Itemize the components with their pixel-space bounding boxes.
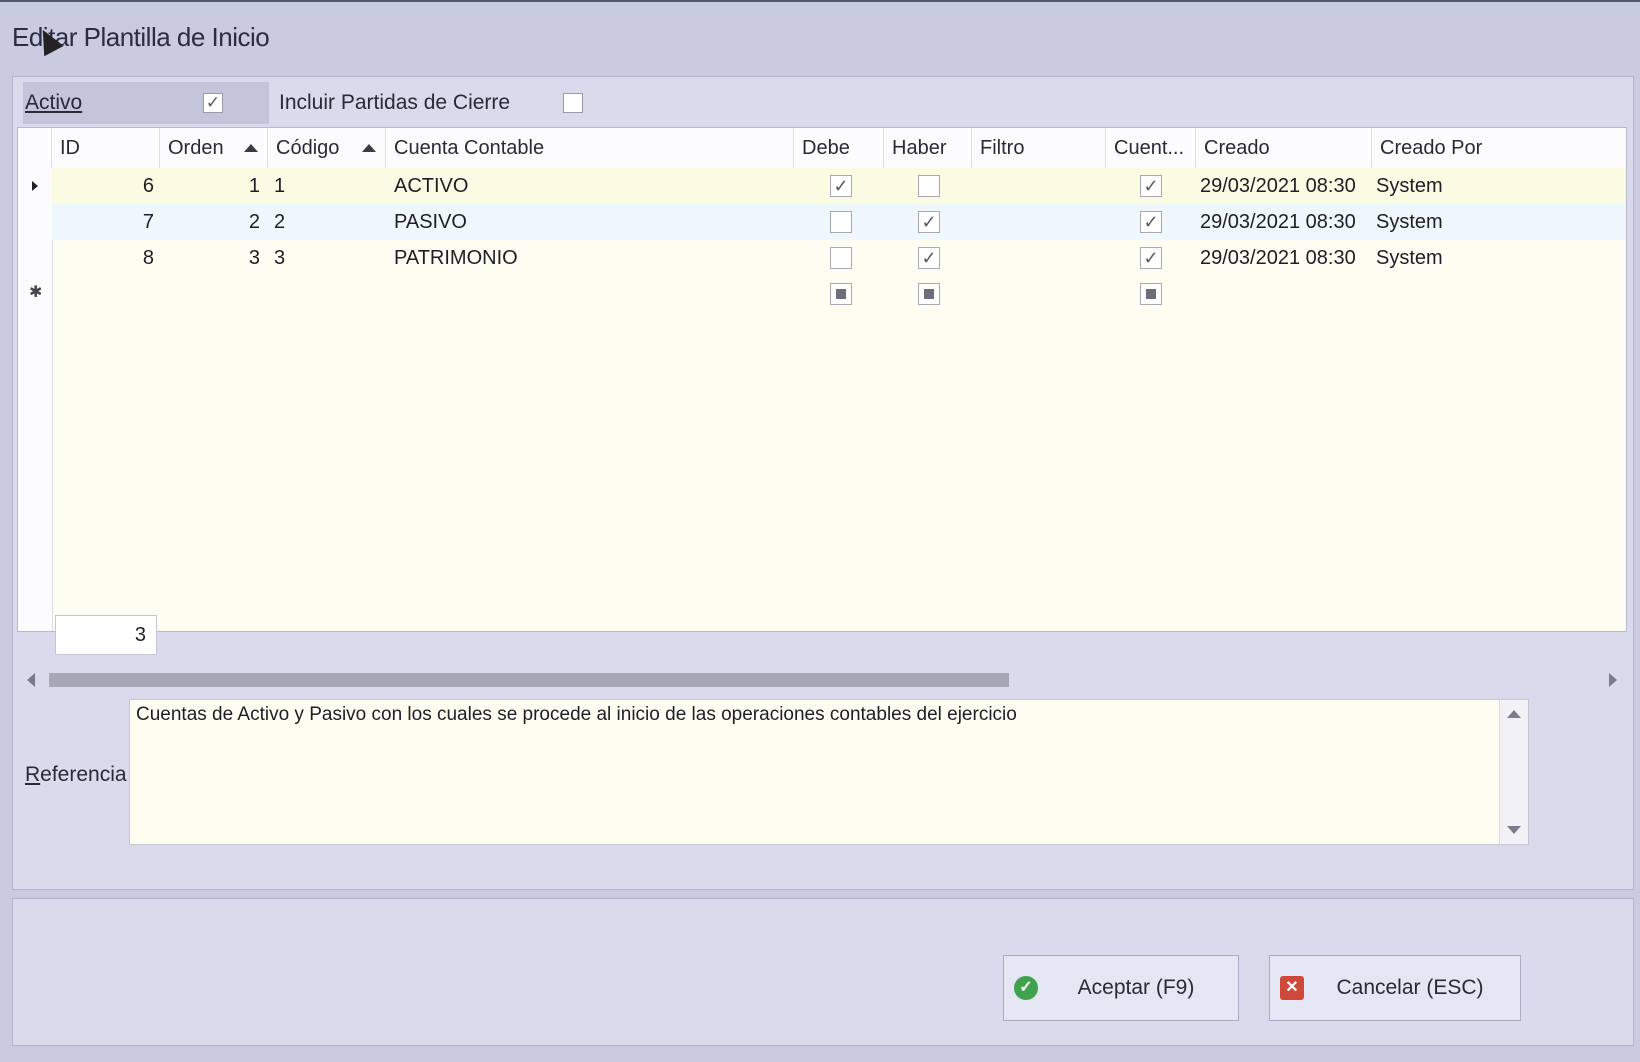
vertical-scrollbar[interactable] <box>1499 700 1528 844</box>
cell-cuenta: PATRIMONIO <box>394 247 518 269</box>
cell-orden: 2 <box>248 211 260 233</box>
cell-cuent-checkbox[interactable]: ✓ <box>1140 175 1162 197</box>
horizontal-scrollbar[interactable] <box>21 669 1621 691</box>
sort-asc-icon <box>244 144 258 152</box>
header-haber[interactable]: Haber <box>884 128 972 168</box>
referencia-textarea[interactable]: Cuentas de Activo y Pasivo con los cuale… <box>129 699 1529 845</box>
cell-creado-por: System <box>1376 247 1443 269</box>
cell-id: 6 <box>142 175 154 197</box>
cell-cuenta: PASIVO <box>394 211 467 233</box>
incluir-checkbox[interactable] <box>563 93 583 113</box>
current-row-icon <box>32 181 38 191</box>
header-cuenta-contable[interactable]: Cuenta Contable <box>386 128 794 168</box>
header-indicator <box>18 128 52 168</box>
dialog-window: Editar Plantilla de Inicio Activo ✓ Incl… <box>0 0 1640 1062</box>
referencia-text: Cuentas de Activo y Pasivo con los cuale… <box>136 704 1017 725</box>
scroll-left-icon[interactable] <box>27 673 35 687</box>
cell-haber-checkbox[interactable] <box>918 175 940 197</box>
cell-codigo: 1 <box>274 175 286 197</box>
new-row-cuent-checkbox[interactable] <box>1140 283 1162 305</box>
cell-cuent-checkbox[interactable]: ✓ <box>1140 211 1162 233</box>
scroll-thumb[interactable] <box>49 673 1009 687</box>
activo-checkbox[interactable]: ✓ <box>203 93 223 113</box>
grid-header: ID Orden Código Cuenta Contable Debe Hab… <box>18 128 1626 169</box>
cell-haber-checkbox[interactable]: ✓ <box>918 211 940 233</box>
header-creado-por[interactable]: Creado Por <box>1372 128 1626 168</box>
table-row[interactable]: 7 2 2 PASIVO ✓ ✓ 29/03/2021 08:30 System <box>52 204 1626 240</box>
incluir-label: Incluir Partidas de Cierre <box>279 91 511 114</box>
accounts-grid[interactable]: ID Orden Código Cuenta Contable Debe Hab… <box>17 127 1627 632</box>
cell-codigo: 3 <box>274 247 286 269</box>
activo-option[interactable]: Activo ✓ <box>23 82 269 124</box>
cell-creado: 29/03/2021 08:30 <box>1200 175 1356 197</box>
row-count-summary: 3 <box>55 615 157 655</box>
scroll-down-icon[interactable] <box>1507 826 1521 834</box>
cell-cuent-checkbox[interactable]: ✓ <box>1140 247 1162 269</box>
main-panel: Activo ✓ Incluir Partidas de Cierre ID O… <box>12 76 1634 890</box>
cell-id: 7 <box>142 211 154 233</box>
header-codigo[interactable]: Código <box>268 128 386 168</box>
cancel-button[interactable]: ✕ Cancelar (ESC) <box>1269 955 1521 1021</box>
cell-orden: 3 <box>248 247 260 269</box>
new-row-debe-checkbox[interactable] <box>830 283 852 305</box>
cell-debe-checkbox[interactable] <box>830 247 852 269</box>
accept-button[interactable]: ✓ Aceptar (F9) <box>1003 955 1239 1021</box>
cell-debe-checkbox[interactable]: ✓ <box>830 175 852 197</box>
cell-cuenta: ACTIVO <box>394 175 469 197</box>
accept-button-label: Aceptar (F9) <box>1077 976 1195 999</box>
cancel-button-label: Cancelar (ESC) <box>1336 976 1484 999</box>
cell-creado: 29/03/2021 08:30 <box>1200 247 1356 269</box>
table-row[interactable]: 8 3 3 PATRIMONIO ✓ ✓ 29/03/2021 08:30 Sy… <box>52 240 1626 276</box>
activo-label: Activo <box>25 91 83 114</box>
cell-orden: 1 <box>248 175 260 197</box>
new-row-icon: ✱ <box>29 284 43 301</box>
cell-creado-por: System <box>1376 175 1443 197</box>
header-debe[interactable]: Debe <box>794 128 884 168</box>
cell-creado-por: System <box>1376 211 1443 233</box>
header-id[interactable]: ID <box>52 128 160 168</box>
header-codigo-label: Código <box>276 137 340 159</box>
cell-creado: 29/03/2021 08:30 <box>1200 211 1356 233</box>
header-orden-label: Orden <box>168 137 224 159</box>
options-row: Activo ✓ Incluir Partidas de Cierre <box>23 82 1623 124</box>
scroll-right-icon[interactable] <box>1609 673 1617 687</box>
button-panel: ✓ Aceptar (F9) ✕ Cancelar (ESC) <box>12 898 1634 1046</box>
header-creado[interactable]: Creado <box>1196 128 1372 168</box>
cell-id: 8 <box>142 247 154 269</box>
cell-debe-checkbox[interactable] <box>830 211 852 233</box>
table-row[interactable]: 6 1 1 ACTIVO ✓ ✓ 29/03/2021 08:30 System <box>52 168 1626 204</box>
cell-codigo: 2 <box>274 211 286 233</box>
header-orden[interactable]: Orden <box>160 128 268 168</box>
row-indicator-column: ✱ <box>18 168 53 631</box>
header-filtro[interactable]: Filtro <box>972 128 1106 168</box>
cell-haber-checkbox[interactable]: ✓ <box>918 247 940 269</box>
scroll-up-icon[interactable] <box>1507 710 1521 718</box>
referencia-label: Referencia <box>25 763 127 786</box>
new-row[interactable] <box>52 276 1626 312</box>
header-cuent[interactable]: Cuent... <box>1106 128 1196 168</box>
new-row-haber-checkbox[interactable] <box>918 283 940 305</box>
sort-asc-icon <box>362 144 376 152</box>
